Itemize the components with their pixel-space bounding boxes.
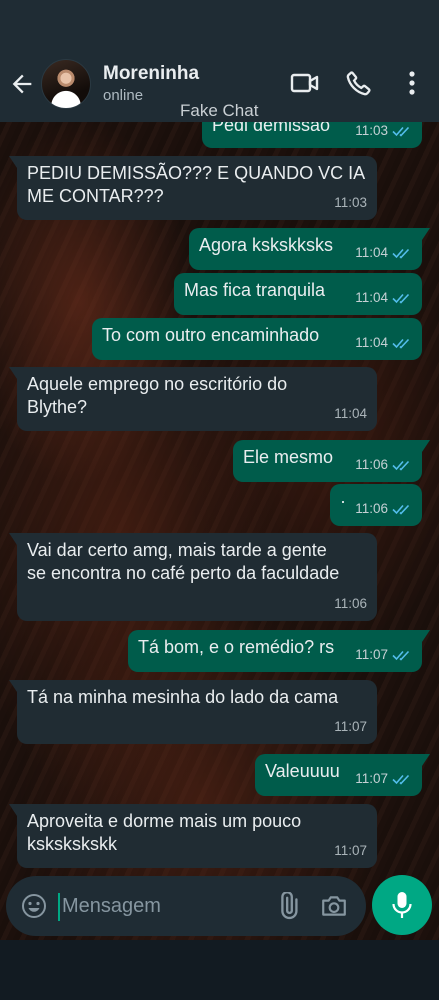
message-meta: 11:06 [355, 497, 412, 520]
text-cursor [58, 893, 60, 921]
message-time: 11:03 [334, 195, 367, 210]
camera-icon[interactable] [320, 892, 348, 920]
message-time: 11:07 [355, 771, 388, 786]
message-meta: 11:06 [355, 453, 412, 476]
message-bubble-incoming[interactable]: Vai dar certo amg, mais tarde a gente se… [9, 533, 377, 621]
message-text: Aproveita e dorme mais um pouco ksksksks… [27, 811, 302, 854]
message-meta: 11:07 [334, 715, 367, 738]
video-call-icon[interactable] [290, 70, 320, 96]
message-bubble-incoming[interactable]: Aproveita e dorme mais um pouco ksksksks… [9, 804, 377, 868]
message-bubble-outgoing[interactable]: Mas fica tranquila 11:04 [174, 273, 422, 315]
message-text: Tá na minha mesinha do lado da cama [27, 687, 339, 707]
more-options-icon[interactable] [402, 69, 422, 97]
message-meta: 11:07 [334, 839, 367, 862]
double-check-read-icon [392, 504, 410, 515]
message-bubble-outgoing[interactable]: Ele mesmo 11:06 [233, 440, 430, 482]
message-time: 11:04 [334, 406, 367, 421]
message-text: Aquele emprego no escritório do Blythe? [27, 374, 288, 417]
emoji-icon[interactable] [21, 893, 47, 919]
message-time: 11:06 [334, 596, 367, 611]
message-bubble-outgoing[interactable]: Agora kskskksks 11:04 [189, 228, 430, 270]
contact-name[interactable]: Moreninha [103, 63, 199, 85]
microphone-icon [392, 892, 412, 918]
watermark-text: Fake Chat [180, 101, 259, 120]
message-bubble-outgoing[interactable]: · 11:06 [330, 484, 422, 526]
message-time: 11:03 [355, 123, 388, 138]
message-bubble-outgoing[interactable]: Valeuuuu 11:07 [255, 754, 430, 796]
double-check-read-icon [392, 650, 410, 661]
message-meta: 11:06 [334, 592, 367, 615]
message-meta: 11:04 [355, 241, 412, 264]
chat-messages-area[interactable]: Pedi demissão 11:03 PEDIU DEMISSÃO??? E … [0, 122, 439, 940]
message-time: 11:04 [355, 290, 388, 305]
message-bubble-incoming[interactable]: Tá na minha mesinha do lado da cama 11:0… [9, 680, 377, 744]
contact-avatar[interactable] [41, 59, 91, 109]
double-check-read-icon [392, 293, 410, 304]
message-meta: 11:04 [355, 286, 412, 309]
message-meta: 11:03 [355, 122, 412, 142]
message-time: 11:04 [355, 335, 388, 350]
message-time: 11:07 [355, 647, 388, 662]
message-meta: 11:07 [355, 767, 412, 790]
message-bubble-outgoing[interactable]: Tá bom, e o remédio? rs 11:07 [128, 630, 430, 672]
voice-record-button[interactable] [372, 875, 432, 935]
message-time: 11:04 [355, 245, 388, 260]
paperclip-attach-icon[interactable] [274, 892, 302, 920]
message-time: 11:06 [355, 501, 388, 516]
message-meta: 11:04 [355, 331, 412, 354]
message-meta: 11:03 [334, 191, 367, 214]
double-check-read-icon [392, 338, 410, 349]
message-time: 11:07 [334, 843, 367, 858]
message-bubble-incoming[interactable]: PEDIU DEMISSÃO??? E QUANDO VC IA ME CONT… [9, 156, 377, 220]
double-check-read-icon [392, 248, 410, 259]
message-text: Vai dar certo amg, mais tarde a gente se… [27, 540, 340, 583]
double-check-read-icon [392, 774, 410, 785]
contact-status: online [103, 87, 144, 104]
back-arrow-icon[interactable] [8, 70, 36, 98]
message-meta: 11:04 [334, 402, 367, 425]
navigation-bar [0, 940, 439, 1000]
message-bubble-outgoing[interactable]: Pedi demissão 11:03 [202, 122, 422, 148]
message-time: 11:06 [355, 457, 388, 472]
message-input[interactable] [62, 890, 262, 922]
double-check-read-icon [392, 126, 410, 137]
status-bar [0, 0, 439, 48]
message-time: 11:07 [334, 719, 367, 734]
message-composer [6, 876, 366, 936]
phone-call-icon[interactable] [345, 69, 373, 97]
message-text: PEDIU DEMISSÃO??? E QUANDO VC IA ME CONT… [27, 163, 366, 206]
double-check-read-icon [392, 460, 410, 471]
message-bubble-incoming[interactable]: Aquele emprego no escritório do Blythe? … [9, 367, 377, 431]
message-meta: 11:07 [355, 643, 412, 666]
message-bubble-outgoing[interactable]: To com outro encaminhado 11:04 [92, 318, 422, 360]
